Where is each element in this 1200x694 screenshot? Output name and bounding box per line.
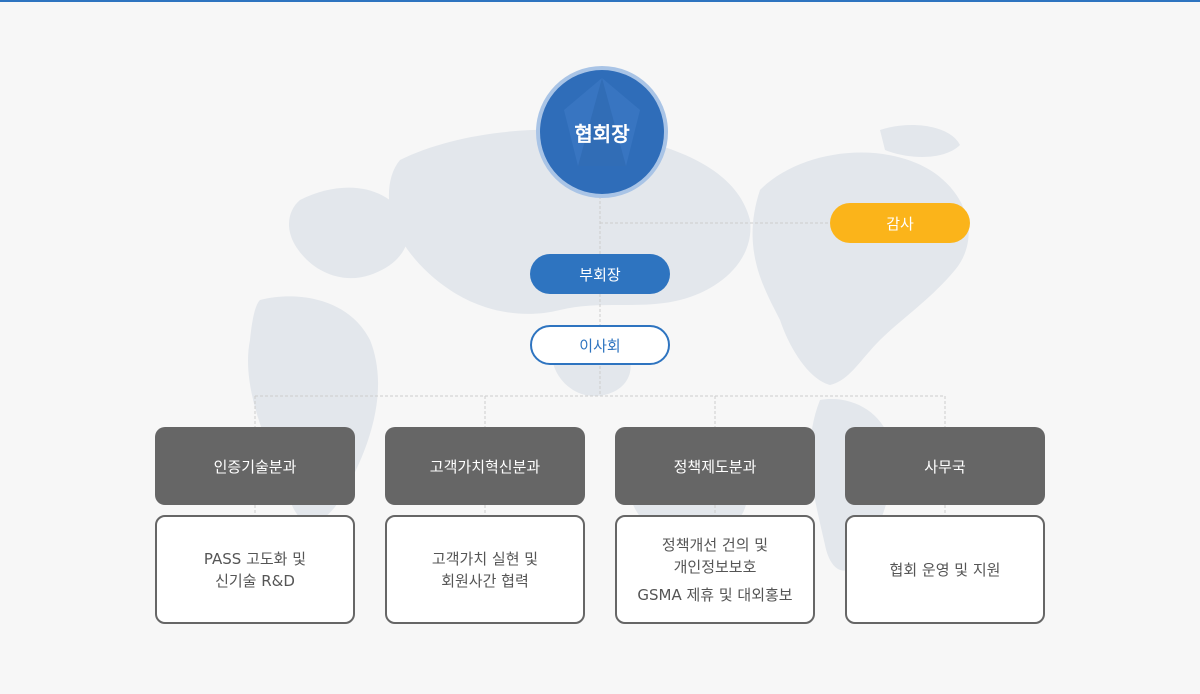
duty-line: 신기술 R&D: [215, 571, 295, 590]
duties-secretariat: 협회 운영 및 지원: [845, 515, 1045, 624]
duties-certification-tech: PASS 고도화 및 신기술 R&D: [155, 515, 355, 624]
duty-line: GSMA 제휴 및 대외홍보: [637, 585, 793, 604]
department-policy: 정책제도분과: [615, 427, 815, 505]
board-node: 이사회: [530, 325, 670, 365]
chairman-node: 협회장: [540, 70, 664, 194]
duty-line: 개인정보보호: [673, 557, 757, 576]
duty-line: PASS 고도화 및: [203, 549, 307, 568]
duty-line: 고객가치 실현 및: [431, 549, 539, 568]
duties-policy: 정책개선 건의 및 개인정보보호 GSMA 제휴 및 대외홍보: [615, 515, 815, 624]
duty-line: 정책개선 건의 및: [661, 535, 769, 554]
duty-line: 협회 운영 및 지원: [889, 560, 1001, 579]
vice-chairman-node: 부회장: [530, 254, 670, 294]
duty-line: 회원사간 협력: [441, 571, 529, 590]
chairman-label: 협회장: [574, 121, 630, 146]
department-customer-value: 고객가치혁신분과: [385, 427, 585, 505]
duties-customer-value: 고객가치 실현 및 회원사간 협력: [385, 515, 585, 624]
department-certification-tech: 인증기술분과: [155, 427, 355, 505]
department-secretariat: 사무국: [845, 427, 1045, 505]
audit-node: 감사: [830, 203, 970, 243]
